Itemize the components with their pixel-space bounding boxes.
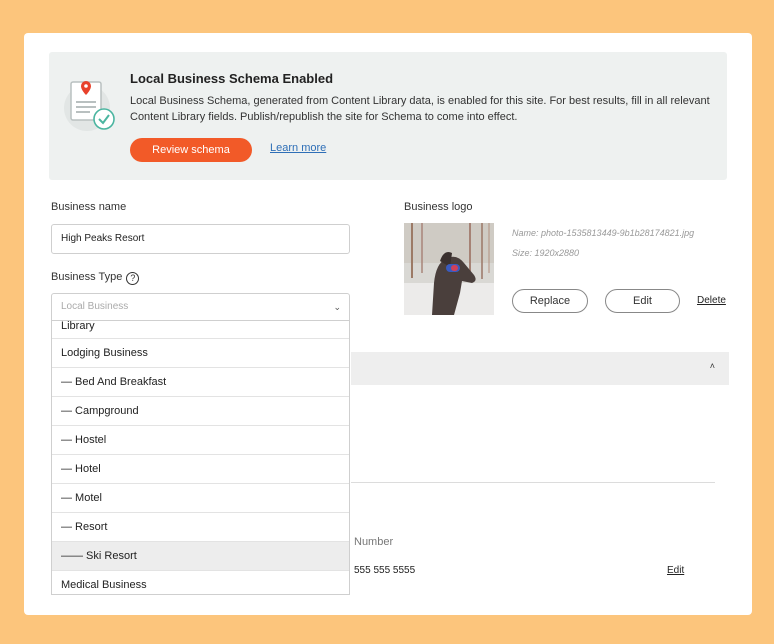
dropdown-option[interactable]: — Resort [52, 513, 349, 542]
business-name-input[interactable]: High Peaks Resort [51, 224, 350, 254]
business-logo-image [404, 223, 494, 315]
business-type-label-text: Business Type [51, 271, 123, 283]
chevron-down-icon: ⌄ [333, 302, 341, 312]
dropdown-option[interactable]: — Campground [52, 397, 349, 426]
dropdown-option[interactable]: — Hostel [52, 426, 349, 455]
edit-phone-link[interactable]: Edit [667, 565, 684, 576]
logo-filename: Name: photo-1535813449-9b1b28174821.jpg [512, 228, 695, 238]
schema-banner: Local Business Schema Enabled Local Busi… [49, 52, 727, 180]
dropdown-option[interactable]: Library [52, 321, 349, 339]
banner-title: Local Business Schema Enabled [130, 71, 334, 86]
logo-meta: Name: photo-1535813449-9b1b28174821.jpg … [512, 223, 694, 263]
settings-card: Local Business Schema Enabled Local Busi… [24, 33, 752, 615]
business-type-select[interactable]: Local Business ⌄ [51, 293, 350, 321]
banner-description: Local Business Schema, generated from Co… [130, 95, 710, 123]
dropdown-option[interactable]: — Bed And Breakfast [52, 368, 349, 397]
logo-size: Size: 1920x2880 [512, 248, 580, 258]
help-icon[interactable]: ? [126, 272, 140, 285]
divider [351, 482, 715, 483]
collapsible-section-header[interactable]: ˄ [351, 352, 729, 385]
delete-logo-link[interactable]: Delete [697, 295, 726, 306]
dropdown-option-highlighted[interactable]: —— Ski Resort [52, 542, 349, 571]
business-logo-label: Business logo [404, 201, 473, 213]
business-type-placeholder: Local Business [61, 301, 129, 312]
dropdown-option[interactable]: Medical Business [52, 571, 349, 594]
document-check-icon [64, 81, 115, 131]
chevron-up-icon: ˄ [709, 361, 715, 371]
dropdown-option[interactable]: — Hotel [52, 455, 349, 484]
business-name-label: Business name [51, 201, 127, 213]
replace-button[interactable]: Replace [512, 289, 588, 313]
phone-number-value: 555 555 5555 [354, 565, 416, 576]
business-type-label: Business Type? [51, 271, 140, 285]
dropdown-option[interactable]: Lodging Business [52, 339, 349, 368]
edit-logo-button[interactable]: Edit [605, 289, 680, 313]
review-schema-button[interactable]: Review schema [130, 138, 252, 162]
dropdown-option[interactable]: — Motel [52, 484, 349, 513]
learn-more-link[interactable]: Learn more [270, 142, 326, 154]
phone-number-label: Number [354, 536, 394, 548]
business-type-dropdown[interactable]: Library Lodging Business — Bed And Break… [51, 321, 350, 595]
